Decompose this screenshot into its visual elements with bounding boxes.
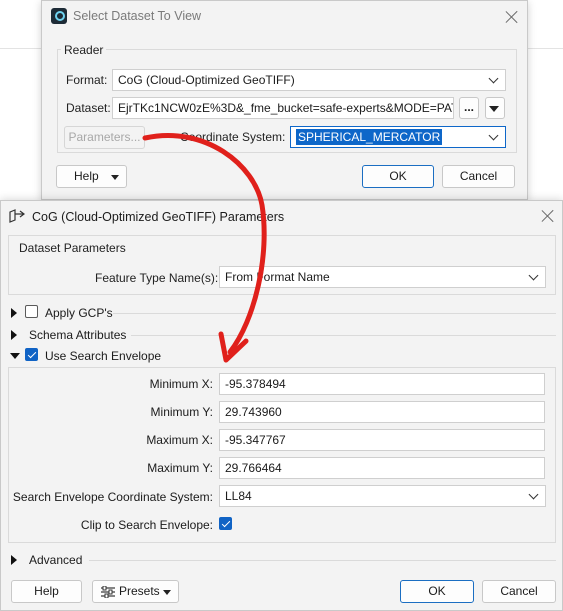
reader-group-label: Reader bbox=[61, 43, 107, 57]
coordinate-system-label: Coordinate System: bbox=[180, 130, 286, 144]
dropdown-icon bbox=[163, 590, 171, 595]
coordinate-system-value: SPHERICAL_MERCATOR bbox=[296, 129, 443, 145]
clip-envelope-checkbox[interactable] bbox=[219, 517, 232, 530]
parameters-icon bbox=[9, 209, 25, 223]
format-value: CoG (Cloud-Optimized GeoTIFF) bbox=[118, 73, 295, 87]
chevron-down-icon bbox=[488, 130, 499, 141]
schema-attributes-label: Schema Attributes bbox=[29, 328, 127, 342]
collapse-icon[interactable] bbox=[10, 353, 20, 359]
envelope-coordinate-system-value: LL84 bbox=[225, 489, 252, 503]
dropdown-icon bbox=[489, 106, 499, 112]
ok-button[interactable]: OK bbox=[362, 165, 434, 188]
dropdown-icon bbox=[111, 175, 119, 180]
maximum-x-field[interactable]: -95.347767 bbox=[219, 429, 545, 451]
dataset-label: Dataset: bbox=[66, 101, 111, 115]
close-icon[interactable] bbox=[541, 209, 555, 223]
parameters-dialog: CoG (Cloud-Optimized GeoTIFF) Parameters… bbox=[0, 200, 563, 611]
format-select[interactable]: CoG (Cloud-Optimized GeoTIFF) bbox=[112, 69, 506, 91]
dataset-field[interactable]: EjrTKc1NCW0zE%3D&_fme_bucket=safe-expert… bbox=[112, 97, 454, 119]
parameters-button[interactable]: Parameters... bbox=[64, 126, 145, 149]
close-icon[interactable] bbox=[505, 10, 519, 24]
minimum-y-field[interactable]: 29.743960 bbox=[219, 401, 545, 423]
apply-gcp-section[interactable]: Apply GCP's bbox=[11, 305, 211, 323]
presets-button[interactable]: Presets bbox=[92, 580, 179, 603]
expand-icon[interactable] bbox=[11, 555, 17, 565]
format-label: Format: bbox=[66, 73, 108, 87]
minimum-y-label: Minimum Y: bbox=[150, 405, 213, 419]
minimum-x-field[interactable]: -95.378494 bbox=[219, 373, 545, 395]
apply-gcp-label: Apply GCP's bbox=[45, 306, 113, 320]
chevron-down-icon bbox=[528, 270, 539, 281]
chevron-down-icon bbox=[528, 489, 539, 500]
clip-envelope-label: Clip to Search Envelope: bbox=[80, 518, 213, 532]
section-divider bbox=[131, 335, 556, 336]
advanced-label: Advanced bbox=[29, 553, 83, 567]
background-divider bbox=[0, 48, 42, 49]
chevron-down-icon bbox=[488, 73, 499, 84]
help-button-label: Help bbox=[74, 169, 99, 183]
advanced-section[interactable]: Advanced bbox=[11, 552, 211, 570]
use-search-envelope-section[interactable]: Use Search Envelope bbox=[10, 348, 211, 366]
envelope-coordinate-system-label: Search Envelope Coordinate System: bbox=[12, 490, 213, 504]
cancel-button[interactable]: Cancel bbox=[442, 165, 515, 188]
app-icon bbox=[51, 8, 67, 24]
use-search-envelope-label: Use Search Envelope bbox=[45, 349, 162, 363]
coordinate-system-select[interactable]: SPHERICAL_MERCATOR bbox=[290, 126, 506, 148]
envelope-coordinate-system-select[interactable]: LL84 bbox=[219, 485, 546, 507]
minimum-x-label: Minimum X: bbox=[149, 377, 213, 391]
presets-icon bbox=[101, 586, 115, 598]
select-dataset-dialog: Select Dataset To View Reader Format: Co… bbox=[41, 0, 528, 200]
maximum-x-label: Maximum X: bbox=[146, 433, 213, 447]
dataset-options-button[interactable] bbox=[485, 97, 505, 119]
cancel-button[interactable]: Cancel bbox=[482, 580, 556, 603]
section-divider bbox=[113, 313, 556, 314]
feature-type-select[interactable]: From Format Name bbox=[219, 266, 546, 288]
help-button[interactable]: Help bbox=[56, 165, 127, 188]
feature-type-value: From Format Name bbox=[225, 270, 330, 284]
dialog-title: Select Dataset To View bbox=[73, 9, 202, 23]
apply-gcp-checkbox[interactable] bbox=[25, 305, 38, 318]
expand-icon[interactable] bbox=[11, 308, 17, 318]
expand-icon[interactable] bbox=[11, 330, 17, 340]
dialog-title: CoG (Cloud-Optimized GeoTIFF) Parameters bbox=[32, 210, 285, 224]
maximum-y-label: Maximum Y: bbox=[147, 461, 213, 475]
feature-type-label: Feature Type Name(s): bbox=[95, 271, 219, 285]
section-divider bbox=[89, 560, 556, 561]
background-divider bbox=[528, 48, 563, 49]
title-bar: Select Dataset To View bbox=[42, 1, 527, 33]
dataset-parameters-label: Dataset Parameters bbox=[16, 241, 129, 255]
browse-button[interactable]: ... bbox=[459, 97, 479, 119]
ok-button[interactable]: OK bbox=[400, 580, 474, 603]
use-search-envelope-checkbox[interactable] bbox=[25, 348, 38, 361]
presets-button-label: Presets bbox=[119, 584, 160, 598]
schema-attributes-section[interactable]: Schema Attributes bbox=[11, 327, 211, 345]
help-button[interactable]: Help bbox=[11, 580, 82, 603]
maximum-y-field[interactable]: 29.766464 bbox=[219, 457, 545, 479]
